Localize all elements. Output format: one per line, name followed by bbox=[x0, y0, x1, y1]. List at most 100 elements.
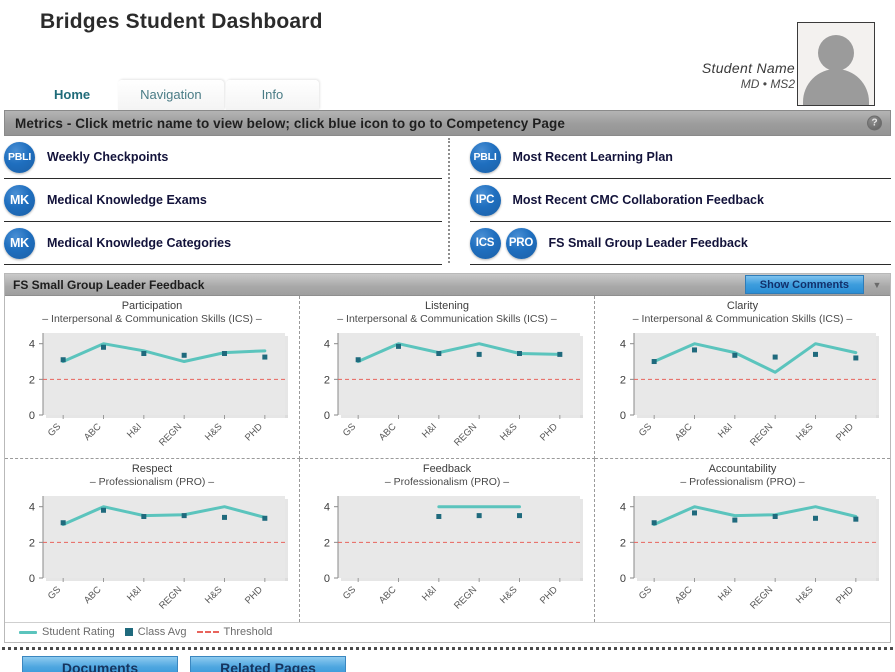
metric-icon-group: PBLI bbox=[469, 141, 501, 173]
competency-icon-mk[interactable]: MK bbox=[4, 227, 35, 259]
chart-cell-clarity: Clarity – Interpersonal & Communication S… bbox=[595, 296, 890, 459]
metrics-header-bar: Metrics - Click metric name to view belo… bbox=[4, 110, 891, 136]
metric-row-medical-knowledge-categories[interactable]: MK Medical Knowledge Categories bbox=[4, 222, 442, 265]
svg-text:GS: GS bbox=[46, 584, 63, 601]
metric-row-fs-small-group-leader-feedback[interactable]: ICS PRO FS Small Group Leader Feedback bbox=[469, 222, 891, 265]
legend-item-class-avg: Class Avg bbox=[124, 626, 187, 638]
footer-bar: Documents Related Pages bbox=[0, 650, 895, 672]
page-title: Bridges Student Dashboard bbox=[40, 10, 323, 33]
chart-subtitle: – Interpersonal & Communication Skills (… bbox=[337, 313, 557, 325]
competency-icon-pbli[interactable]: PBLI bbox=[4, 141, 35, 173]
svg-text:4: 4 bbox=[619, 502, 625, 514]
svg-text:H&S: H&S bbox=[203, 421, 225, 443]
page-header: Bridges Student Dashboard Student Name M… bbox=[0, 0, 895, 110]
chart-plot: 0 2 4 GS ABC H&I REGN H&S PHD bbox=[29, 333, 288, 449]
svg-text:H&S: H&S bbox=[794, 421, 816, 443]
legend-item-student-rating: Student Rating bbox=[19, 626, 115, 638]
competency-icon-pro[interactable]: PRO bbox=[505, 227, 537, 259]
metric-label[interactable]: Medical Knowledge Categories bbox=[47, 236, 231, 250]
avatar-body-icon bbox=[803, 69, 869, 105]
chevron-down-icon[interactable]: ▼ bbox=[868, 275, 886, 294]
feedback-section: FS Small Group Leader Feedback Show Comm… bbox=[4, 273, 891, 643]
metric-icon-group: ICS PRO bbox=[469, 227, 537, 259]
chart-cell-respect: Respect – Professionalism (PRO) – 0 2 4 GS ABC… bbox=[5, 459, 300, 622]
tab-info[interactable]: Info bbox=[225, 80, 320, 110]
chart-subtitle: – Professionalism (PRO) – bbox=[89, 476, 215, 488]
svg-text:4: 4 bbox=[324, 502, 330, 514]
metric-row-medical-knowledge-exams[interactable]: MK Medical Knowledge Exams bbox=[4, 179, 442, 222]
square-swatch-icon bbox=[124, 628, 133, 636]
competency-icon-pbli[interactable]: PBLI bbox=[469, 141, 501, 173]
svg-text:REGN: REGN bbox=[748, 584, 775, 611]
section-header-bar: FS Small Group Leader Feedback Show Comm… bbox=[5, 274, 890, 296]
chart-title: Clarity bbox=[726, 300, 759, 312]
metric-row-most-recent-cmc-collaboration-feedback[interactable]: IPC Most Recent CMC Collaboration Feedba… bbox=[469, 179, 891, 222]
svg-text:H&S: H&S bbox=[203, 584, 225, 606]
competency-icon-ics[interactable]: ICS bbox=[469, 227, 501, 259]
svg-text:GS: GS bbox=[46, 421, 63, 438]
svg-text:ABC: ABC bbox=[673, 584, 695, 606]
svg-text:2: 2 bbox=[619, 374, 625, 386]
avatar-head-icon bbox=[818, 35, 854, 71]
chart-title: Listening bbox=[424, 300, 470, 312]
svg-text:2: 2 bbox=[619, 537, 625, 549]
svg-text:ABC: ABC bbox=[82, 421, 104, 443]
tab-bar: Home Navigation Info bbox=[28, 80, 321, 110]
svg-text:GS: GS bbox=[636, 584, 653, 601]
svg-text:0: 0 bbox=[29, 410, 35, 422]
metrics-column-divider bbox=[447, 138, 450, 263]
svg-text:PHD: PHD bbox=[243, 584, 265, 606]
svg-text:PHD: PHD bbox=[833, 421, 855, 443]
competency-icon-mk[interactable]: MK bbox=[4, 184, 35, 216]
dashboard-page: Bridges Student Dashboard Student Name M… bbox=[0, 0, 895, 672]
svg-text:0: 0 bbox=[324, 410, 330, 422]
chart-legend: Student Rating Class Avg Threshold bbox=[5, 622, 890, 642]
metric-icon-group: IPC bbox=[469, 184, 501, 216]
metric-icon-group: MK bbox=[4, 184, 35, 216]
svg-text:ABC: ABC bbox=[673, 421, 695, 443]
competency-icon-ipc[interactable]: IPC bbox=[469, 184, 501, 216]
chart-plot: 0 2 4 GS ABC H&I REGN H&S PHD bbox=[324, 496, 583, 612]
tab-navigation[interactable]: Navigation bbox=[118, 80, 224, 110]
metric-label[interactable]: Weekly Checkpoints bbox=[47, 150, 168, 164]
svg-text:H&I: H&I bbox=[125, 584, 144, 603]
svg-text:0: 0 bbox=[619, 573, 625, 585]
help-icon[interactable]: ? bbox=[867, 115, 882, 131]
metric-row-weekly-checkpoints[interactable]: PBLI Weekly Checkpoints bbox=[4, 136, 442, 179]
chart-plot: 0 2 4 GS ABC H&I REGN H&S PHD bbox=[29, 496, 288, 612]
chart-title: Participation bbox=[121, 300, 183, 312]
metric-label[interactable]: Most Recent Learning Plan bbox=[513, 150, 673, 164]
metric-icon-group: MK bbox=[4, 227, 35, 259]
svg-text:4: 4 bbox=[619, 339, 625, 351]
svg-text:H&S: H&S bbox=[794, 584, 816, 606]
metric-icon-group: PBLI bbox=[4, 141, 35, 173]
student-program: MD • MS2 bbox=[740, 77, 795, 91]
dashed-swatch-icon bbox=[196, 631, 219, 633]
svg-text:H&I: H&I bbox=[125, 421, 144, 440]
svg-text:2: 2 bbox=[324, 374, 330, 386]
student-info: Student Name MD • MS2 bbox=[702, 60, 795, 91]
avatar bbox=[797, 22, 875, 106]
related-pages-button[interactable]: Related Pages bbox=[190, 656, 346, 672]
svg-text:2: 2 bbox=[29, 537, 35, 549]
chart-cell-feedback: Feedback – Professionalism (PRO) – 0 2 4 GS AB… bbox=[300, 459, 595, 622]
metric-row-most-recent-learning-plan[interactable]: PBLI Most Recent Learning Plan bbox=[469, 136, 891, 179]
chart-subtitle: – Professionalism (PRO) – bbox=[680, 476, 805, 488]
show-comments-button[interactable]: Show Comments bbox=[744, 275, 864, 294]
metrics-column-right: PBLI Most Recent Learning Plan IPC Most … bbox=[448, 136, 891, 265]
metrics-grid: PBLI Weekly Checkpoints MK Medical Knowl… bbox=[4, 136, 891, 265]
svg-text:PHD: PHD bbox=[538, 421, 560, 443]
svg-text:0: 0 bbox=[619, 410, 625, 422]
metric-label[interactable]: Medical Knowledge Exams bbox=[47, 193, 207, 207]
metric-label[interactable]: FS Small Group Leader Feedback bbox=[549, 236, 748, 250]
documents-button[interactable]: Documents bbox=[22, 656, 178, 672]
svg-text:H&I: H&I bbox=[420, 421, 439, 440]
svg-text:H&I: H&I bbox=[715, 584, 734, 603]
svg-text:REGN: REGN bbox=[157, 584, 184, 611]
svg-text:GS: GS bbox=[341, 584, 358, 601]
chart-subtitle: – Professionalism (PRO) – bbox=[384, 476, 510, 488]
metric-label[interactable]: Most Recent CMC Collaboration Feedback bbox=[513, 193, 764, 207]
tab-home[interactable]: Home bbox=[28, 80, 117, 110]
svg-text:0: 0 bbox=[29, 573, 35, 585]
svg-text:2: 2 bbox=[29, 374, 35, 386]
